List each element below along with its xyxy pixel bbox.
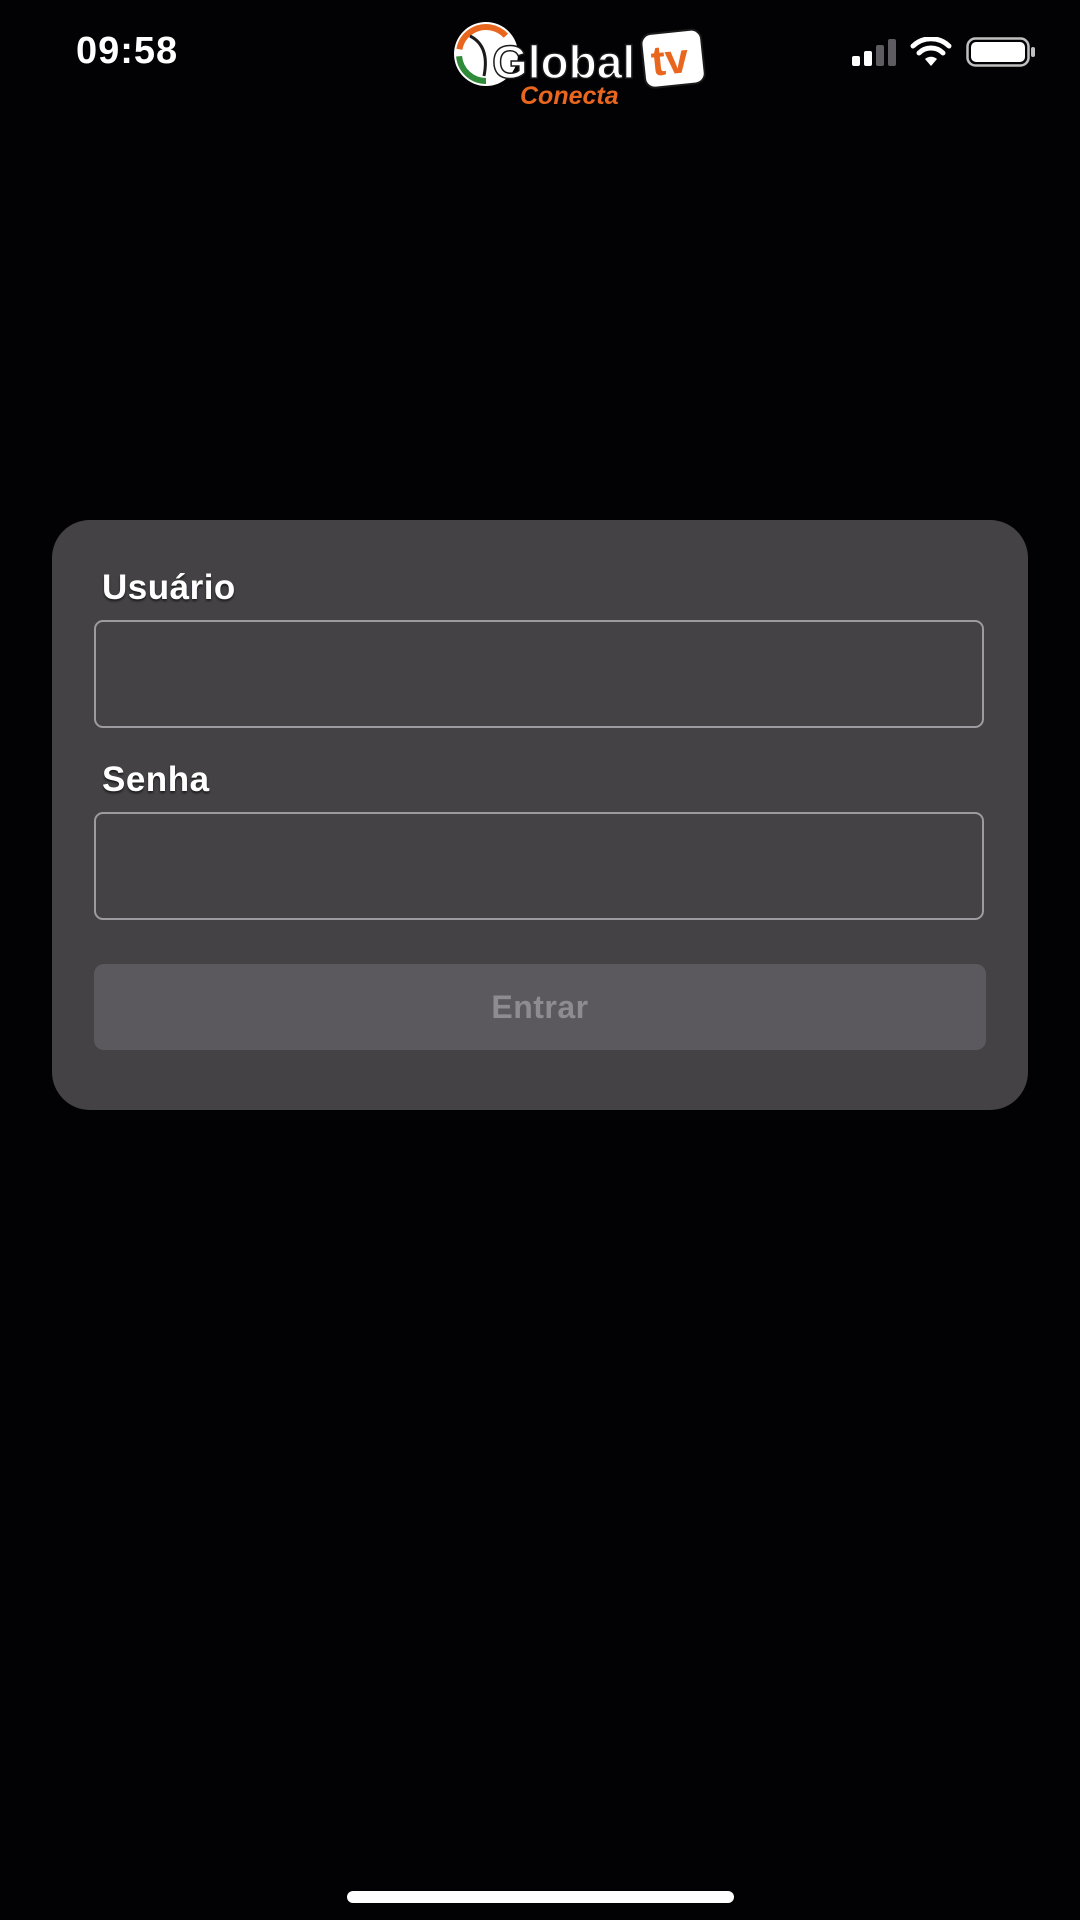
wifi-icon — [910, 37, 952, 67]
username-label: Usuário — [102, 568, 236, 607]
svg-text:tv: tv — [649, 34, 692, 85]
battery-icon — [966, 37, 1036, 67]
svg-text:Conecta: Conecta — [520, 82, 619, 108]
home-indicator[interactable] — [347, 1891, 734, 1903]
password-input[interactable] — [94, 812, 984, 920]
username-input[interactable] — [94, 620, 984, 728]
login-submit-button[interactable]: Entrar — [94, 964, 986, 1050]
global-conecta-tv-logo: Global Conecta tv — [450, 16, 710, 108]
login-card: Usuário Senha Entrar — [52, 520, 1028, 1110]
login-screen: 09:58 Global Conecta tv Usuário Senha En… — [0, 0, 1080, 1920]
svg-text:Global: Global — [492, 36, 635, 88]
status-icons — [852, 36, 1036, 68]
cellular-signal-icon — [852, 38, 896, 66]
password-label: Senha — [102, 760, 210, 799]
status-time: 09:58 — [76, 30, 179, 72]
